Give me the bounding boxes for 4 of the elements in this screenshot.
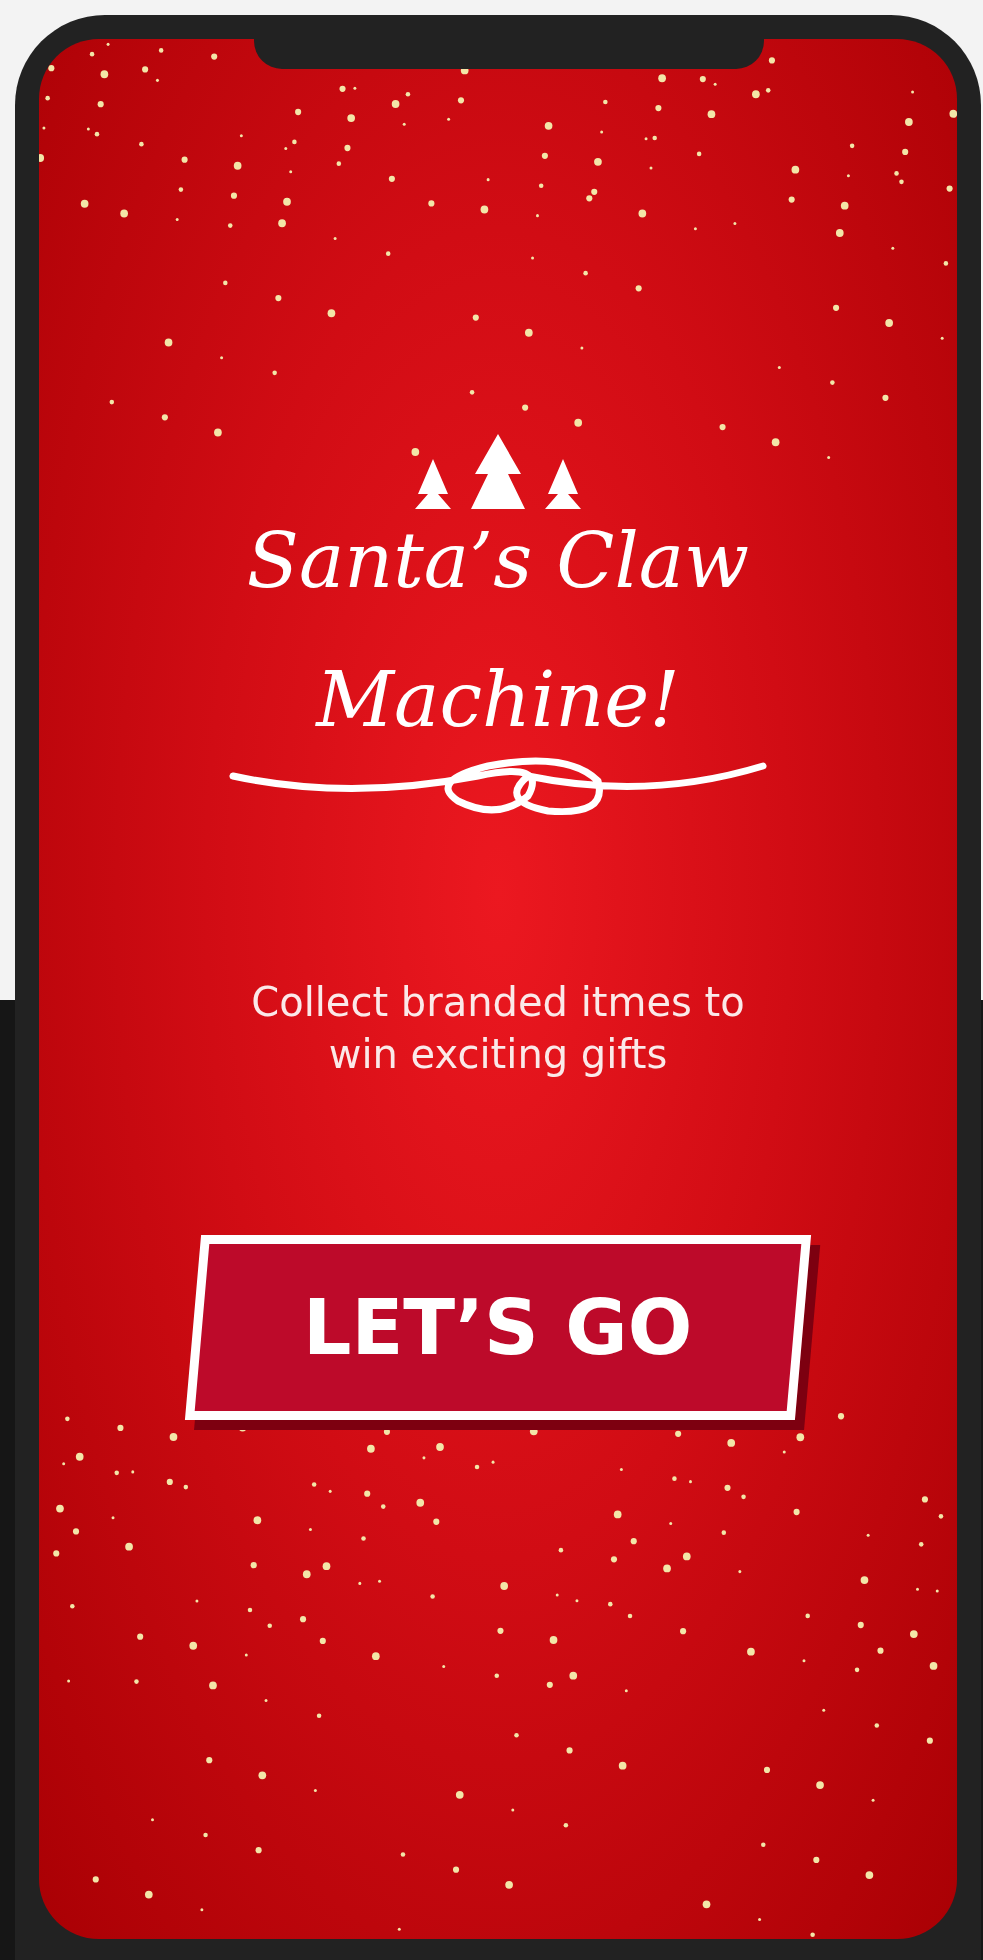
trees-icon (413, 434, 583, 509)
game-title: Santa’s Claw (246, 519, 750, 603)
game-title: Machine! (316, 657, 680, 742)
tagline-text: Collect branded itmes to win exciting gifts (250, 978, 746, 1080)
